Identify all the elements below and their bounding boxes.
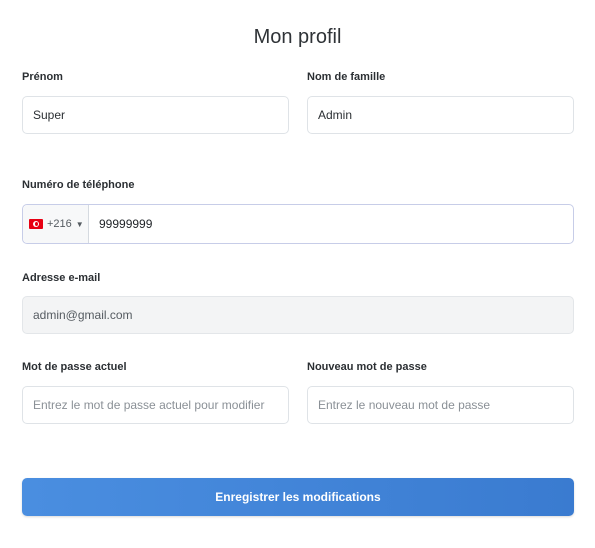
new-password-input[interactable]: Entrez le nouveau mot de passe <box>307 386 574 424</box>
save-changes-button[interactable]: Enregistrer les modifications <box>22 478 574 516</box>
new-password-label: Nouveau mot de passe <box>307 361 427 373</box>
country-code: +216 <box>47 218 72 230</box>
email-value: admin@gmail.com <box>33 308 133 322</box>
country-code-selector[interactable]: +216 ▼ <box>23 205 89 243</box>
first-name-input[interactable]: Super <box>22 96 289 134</box>
profile-page: Mon profil Prénom Super Nom de famille A… <box>0 0 595 548</box>
new-password-placeholder: Entrez le nouveau mot de passe <box>318 398 491 412</box>
phone-input[interactable]: 99999999 <box>89 205 573 243</box>
phone-label: Numéro de téléphone <box>22 179 135 191</box>
current-password-label: Mot de passe actuel <box>22 361 127 373</box>
last-name-value: Admin <box>318 108 353 122</box>
phone-value: 99999999 <box>99 217 153 231</box>
first-name-label: Prénom <box>22 71 63 83</box>
last-name-label: Nom de famille <box>307 71 386 83</box>
current-password-input[interactable]: Entrez le mot de passe actuel pour modif… <box>22 386 289 424</box>
email-input: admin@gmail.com <box>22 296 574 334</box>
tunisia-flag-icon <box>29 219 43 229</box>
page-title: Mon profil <box>253 26 342 48</box>
first-name-value: Super <box>33 108 66 122</box>
caret-down-icon: ▼ <box>75 219 84 229</box>
email-label: Adresse e-mail <box>22 272 101 284</box>
phone-field: +216 ▼ 99999999 <box>22 204 574 244</box>
last-name-input[interactable]: Admin <box>307 96 574 134</box>
current-password-placeholder: Entrez le mot de passe actuel pour modif… <box>33 398 265 412</box>
